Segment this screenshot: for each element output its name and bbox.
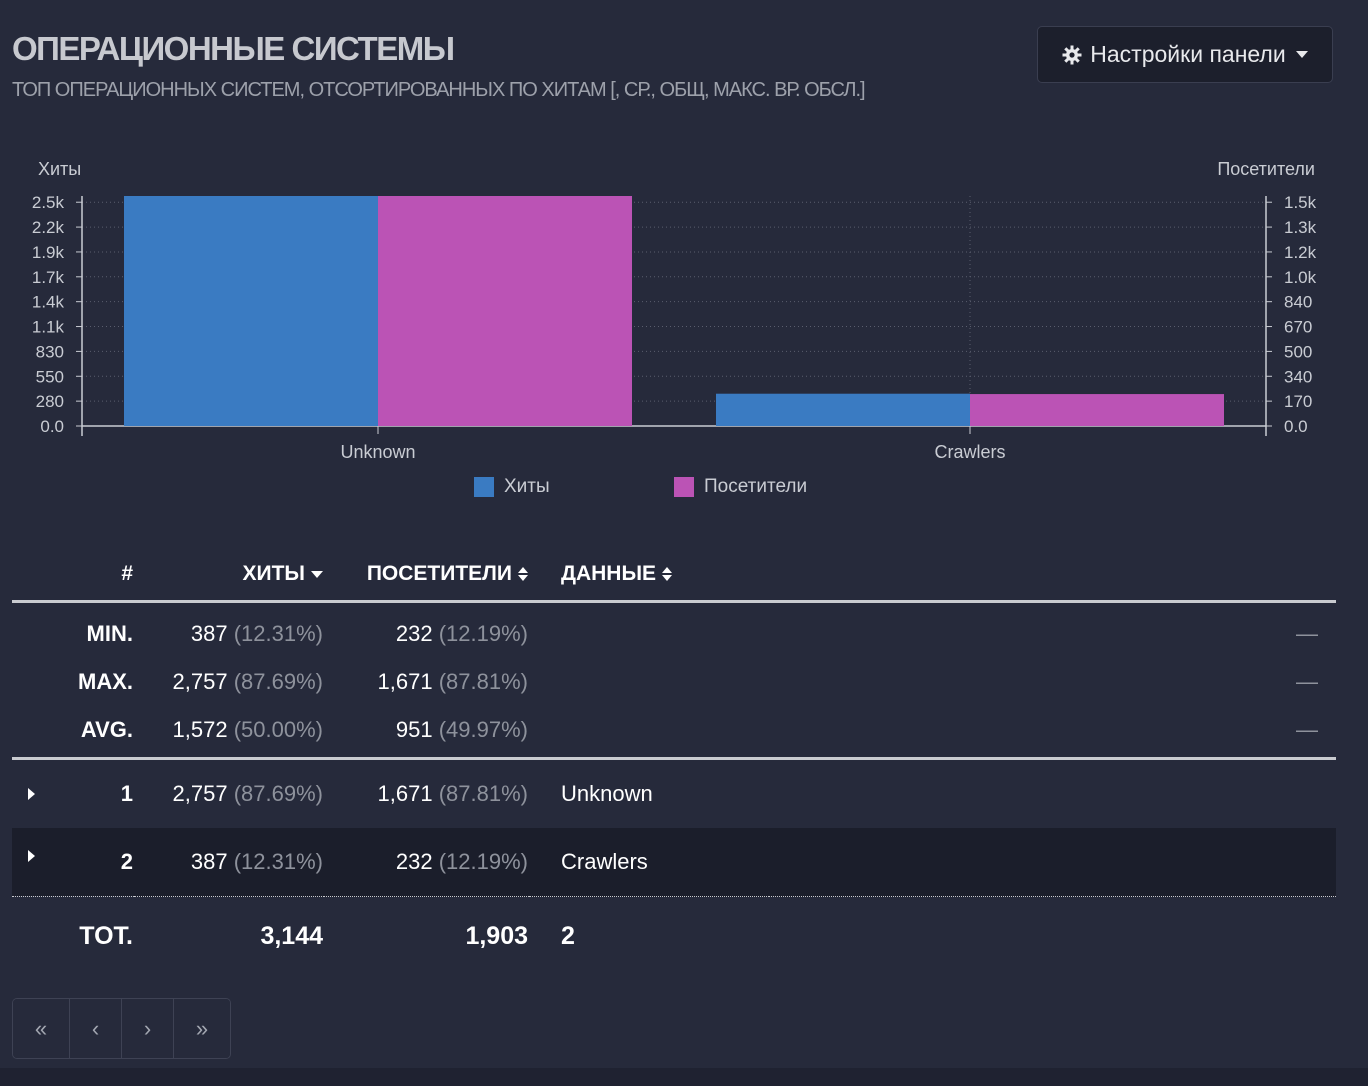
y-tick-label-left: 280: [36, 392, 64, 411]
x-tick-label: Crawlers: [934, 442, 1005, 462]
stat-data: —: [1296, 717, 1318, 742]
y-tick-label-left: 550: [36, 367, 64, 386]
os-stats-table: # ХИТЫ ПОСЕТИТЕЛИ ДАННЫЕ MIN. 387 (12.31…: [12, 548, 1336, 975]
row-hits: 2,757 (87.69%): [172, 781, 323, 806]
total-visitors: 1,903: [465, 921, 528, 950]
stat-hits: 387 (12.31%): [190, 621, 323, 646]
x-tick-label: Unknown: [340, 442, 415, 462]
y-tick-label-left: 1.4k: [32, 293, 65, 312]
y-tick-label-right: 670: [1284, 318, 1312, 337]
row-number: 1: [12, 759, 134, 829]
bar-visitors: [970, 394, 1224, 426]
bar-visitors: [378, 196, 632, 426]
total-hits: 3,144: [260, 921, 323, 950]
y-tick-label-left: 1.9k: [32, 243, 65, 262]
first-page-button[interactable]: «: [13, 999, 70, 1058]
row-number: 2: [12, 828, 134, 897]
legend-swatch-visitors: [674, 477, 694, 497]
y-tick-label-right: 1.5k: [1284, 193, 1317, 212]
page-footer-strip: [0, 1068, 1368, 1086]
os-bar-chart: 0.0 0.0 280 170 550 340 830 500 1.1k 670 1.4k 840 1.…: [32, 159, 1317, 462]
y-tick-label-right: 340: [1284, 367, 1312, 386]
sort-icon: [518, 567, 528, 582]
stat-row-max: MAX. 2,757 (87.69%) 1,671 (87.81%) —: [12, 658, 1336, 706]
stat-hits: 2,757 (87.69%): [172, 669, 323, 694]
bar-hits: [716, 393, 970, 426]
stat-data: —: [1296, 621, 1318, 646]
legend-item-visitors[interactable]: Посетители: [674, 476, 807, 498]
column-header-visitors[interactable]: ПОСЕТИТЕЛИ: [324, 548, 529, 602]
next-page-button[interactable]: ›: [122, 999, 174, 1058]
y-tick-label-left: 830: [36, 342, 64, 361]
column-header-hits[interactable]: ХИТЫ: [134, 548, 324, 602]
y-axis-label-left: Хиты: [38, 159, 81, 179]
expand-icon[interactable]: [28, 850, 35, 862]
legend-label-visitors: Посетители: [704, 476, 808, 497]
panel-settings-label: Настройки панели: [1090, 41, 1286, 67]
row-data: Unknown: [561, 781, 653, 806]
stat-visitors: 232 (12.19%): [395, 621, 528, 646]
sort-icon: [662, 567, 673, 582]
y-tick-label-left: 1.1k: [32, 318, 65, 337]
legend-swatch-hits: [474, 477, 494, 497]
y-tick-label-left: 2.5k: [32, 193, 65, 212]
stat-visitors: 951 (49.97%): [395, 717, 528, 742]
y-tick-label-right: 1.2k: [1284, 243, 1317, 262]
stat-data: —: [1296, 669, 1318, 694]
stat-label: AVG.: [80, 717, 133, 742]
gear-icon: [1062, 45, 1082, 64]
y-tick-label-right: 1.0k: [1284, 268, 1317, 287]
stat-label: MAX.: [78, 669, 133, 694]
y-tick-label-right: 0.0: [1284, 417, 1308, 436]
stat-row-avg: AVG. 1,572 (50.00%) 951 (49.97%) —: [12, 706, 1336, 759]
sort-desc-icon: [311, 570, 323, 578]
stat-visitors: 1,671 (87.81%): [377, 669, 528, 694]
total-data: 2: [561, 921, 575, 950]
stat-label: MIN.: [86, 621, 133, 646]
row-visitors: 1,671 (87.81%): [377, 781, 528, 806]
stat-hits: 1,572 (50.00%): [172, 717, 323, 742]
legend-label-hits: Хиты: [504, 476, 550, 497]
y-tick-label-right: 170: [1284, 392, 1312, 411]
total-label: TOT.: [79, 921, 133, 950]
y-axis-label-right: Посетители: [1217, 159, 1315, 179]
legend-item-hits[interactable]: Хиты: [474, 476, 550, 498]
table-row[interactable]: 2 387 (12.31%) 232 (12.19%) Crawlers: [12, 828, 1336, 897]
pagination: « ‹ › »: [12, 998, 231, 1059]
column-header-data[interactable]: ДАННЫЕ: [529, 548, 769, 602]
y-tick-label-right: 500: [1284, 342, 1312, 361]
row-visitors: 232 (12.19%): [395, 849, 528, 874]
table-header-row: # ХИТЫ ПОСЕТИТЕЛИ ДАННЫЕ: [12, 548, 1336, 602]
panel-subtitle: ТОП ОПЕРАЦИОННЫХ СИСТЕМ, ОТСОРТИРОВАННЫХ…: [12, 79, 866, 101]
y-tick-label-left: 1.7k: [32, 268, 65, 287]
stat-row-min: MIN. 387 (12.31%) 232 (12.19%) —: [12, 602, 1336, 659]
y-tick-label-left: 2.2k: [32, 218, 65, 237]
row-hits: 387 (12.31%): [190, 849, 323, 874]
y-tick-label-right: 1.3k: [1284, 218, 1317, 237]
panel-title: ОПЕРАЦИОННЫЕ СИСТЕМЫ: [12, 30, 455, 67]
row-data: Crawlers: [561, 849, 648, 874]
panel-settings-button[interactable]: Настройки панели: [1037, 26, 1333, 83]
prev-page-button[interactable]: ‹: [70, 999, 122, 1058]
bar-hits: [124, 196, 378, 426]
table-row[interactable]: 1 2,757 (87.69%) 1,671 (87.81%) Unknown: [12, 759, 1336, 829]
y-tick-label-left: 0.0: [40, 417, 64, 436]
chevron-down-icon: [1295, 51, 1308, 58]
expand-icon[interactable]: [28, 788, 35, 800]
last-page-button[interactable]: »: [174, 999, 230, 1058]
total-row: TOT. 3,144 1,903 2: [12, 897, 1336, 976]
y-tick-label-right: 840: [1284, 293, 1312, 312]
column-header-num: #: [121, 562, 133, 585]
